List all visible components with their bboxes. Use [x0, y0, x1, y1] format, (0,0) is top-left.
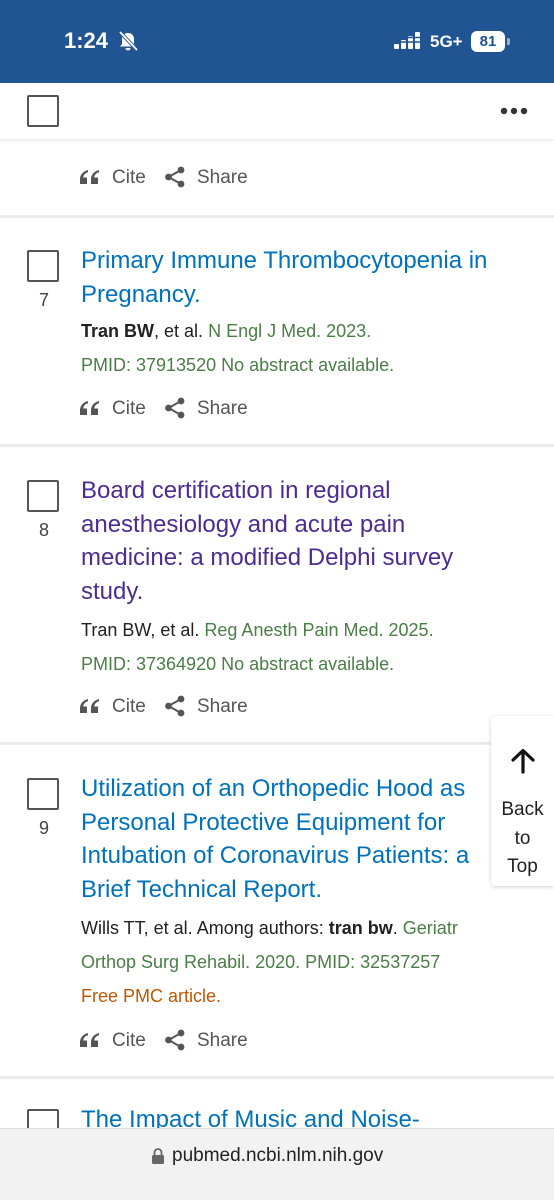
share-button[interactable]: Share [164, 165, 264, 191]
result-card-9: 9 Utilization of an Orthopedic Hood as P… [0, 745, 554, 1076]
selection-toolbar [0, 83, 554, 139]
result-checkbox[interactable] [27, 1109, 59, 1128]
title-line: Primary Immune Thrombocytopenia in [81, 247, 488, 274]
result-pmid: PMID: 37364920 No abstract available. [81, 654, 395, 674]
result-title-link[interactable]: Primary Immune Thrombocytopenia in Pregn… [81, 244, 541, 311]
share-icon [164, 1029, 186, 1051]
share-label: Share [197, 167, 248, 188]
title-line: study. [81, 577, 144, 605]
quote-icon [80, 699, 99, 713]
cite-label: Cite [112, 398, 146, 419]
cite-label: Cite [112, 1030, 146, 1051]
result-journal-cont: Orthop Surg Rehabil. 2020. [81, 952, 301, 972]
status-time: 1:24 [64, 28, 109, 53]
share-button[interactable]: Share [164, 694, 264, 720]
result-checkbox[interactable] [27, 250, 59, 282]
back-to-top-button[interactable]: Back to Top [491, 716, 554, 886]
cite-label: Cite [112, 696, 146, 717]
status-bar: 1:24 5G+ 81 [0, 0, 554, 83]
result-journal: N Engl J Med. 2023. [208, 321, 372, 341]
result-authors: Tran BW [81, 620, 151, 640]
arrow-up-icon [511, 748, 535, 774]
lock-icon [152, 1148, 164, 1164]
title-line: Board certification in regional [81, 477, 391, 504]
share-icon [164, 397, 186, 419]
result-rank: 8 [38, 520, 49, 540]
free-pmc-badge: Free PMC article. [81, 986, 222, 1006]
result-journal: Reg Anesth Pain Med. 2025. [204, 620, 434, 640]
share-button[interactable]: Share [164, 396, 264, 422]
result-title-link[interactable]: The Impact of Music and Noise- [81, 1103, 541, 1128]
bell-slash-icon [118, 30, 139, 52]
share-icon [164, 166, 186, 188]
title-line: Intubation of Coronavirus Patients: a [81, 842, 470, 869]
quote-icon [80, 1033, 99, 1047]
battery-indicator: 81 [471, 31, 511, 52]
share-icon [164, 695, 186, 717]
share-label: Share [197, 1030, 248, 1051]
cite-button[interactable]: Cite [79, 165, 159, 191]
cite-button[interactable]: Cite [79, 396, 159, 422]
battery-level: 81 [471, 31, 505, 52]
share-button[interactable]: Share [164, 1028, 264, 1054]
result-authors: Tran BW [81, 321, 155, 341]
result-citation: Wills TT, et al. Among authors: tran bw.… [81, 918, 458, 1006]
result-author-match: tran bw [328, 918, 393, 938]
browser-url-bar[interactable]: pubmed.ncbi.nlm.nih.gov [0, 1128, 554, 1200]
title-line: anesthesiology and acute pain [81, 510, 406, 538]
cite-button[interactable]: Cite [79, 1028, 159, 1054]
result-citation: Tran BW, et al. N Engl J Med. 2023. PMID… [81, 314, 546, 382]
result-journal: Geriatr [402, 918, 458, 938]
result-card-8: 8 Board certification in regional anesth… [0, 447, 554, 742]
url-text: pubmed.ncbi.nlm.nih.gov [172, 1145, 384, 1166]
title-line: Pregnancy. [81, 280, 201, 308]
result-pmid: PMID: 32537257 [305, 952, 441, 972]
result-citation: Tran BW, et al. Reg Anesth Pain Med. 202… [81, 613, 546, 681]
result-rank: 9 [38, 818, 49, 838]
result-etal: , et al. [150, 620, 200, 640]
title-line: Brief Technical Report. [81, 875, 323, 903]
result-checkbox[interactable] [27, 480, 59, 512]
cite-button[interactable]: Cite [79, 694, 159, 720]
network-type: 5G+ [430, 32, 463, 51]
share-label: Share [197, 696, 248, 717]
signal-icon [394, 32, 422, 49]
title-line: Personal Protective Equipment for [81, 808, 446, 836]
cite-label: Cite [112, 167, 146, 188]
share-label: Share [197, 398, 248, 419]
back-to-top-label: Back to Top [501, 799, 544, 877]
select-all-checkbox[interactable] [27, 95, 59, 127]
title-line: Utilization of an Orthopedic Hood as [81, 775, 466, 802]
quote-icon [80, 170, 99, 184]
title-line: medicine: a modified Delphi survey [81, 544, 454, 571]
result-pmid: PMID: 37913520 No abstract available. [81, 355, 395, 375]
result-card-10: The Impact of Music and Noise- [0, 1079, 554, 1128]
result-checkbox[interactable] [27, 778, 59, 810]
result-title-link[interactable]: Board certification in regional anesthes… [81, 474, 541, 608]
results-list: Cite Share 7 Primary Immune Thrombocytop… [0, 139, 554, 1128]
result-rank: 7 [38, 290, 49, 310]
result-card-7: 7 Primary Immune Thrombocytopenia in Pre… [0, 218, 554, 444]
result-title-link[interactable]: Utilization of an Orthopedic Hood as Per… [81, 772, 541, 906]
result-etal: , et al. [154, 321, 204, 341]
result-card-6: Cite Share [0, 139, 554, 215]
ellipsis-icon[interactable] [500, 107, 528, 115]
quote-icon [80, 401, 99, 415]
result-authors: Wills TT, et al. Among authors: [81, 918, 329, 938]
battery-tip [507, 38, 510, 45]
